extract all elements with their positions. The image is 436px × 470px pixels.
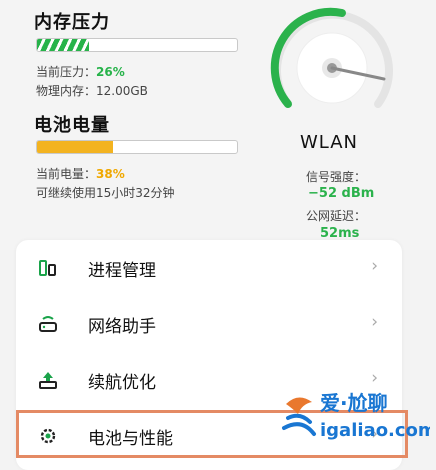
watermark-bottom-text: igaliao.com (320, 420, 430, 441)
status-panel: 内存压力 当前压力：26% 物理内存：12.00GB 电池电量 当前电量：38%… (0, 0, 436, 250)
battery-level-row: 当前电量：38% (36, 165, 125, 182)
watermark-logo: 爱·尬聊 igaliao.com (282, 391, 430, 441)
menu-item-process-management[interactable]: 进程管理 › (16, 240, 402, 296)
memory-bar-fill (37, 39, 89, 51)
memory-pressure-label: 当前压力： (36, 65, 97, 79)
battery-bar (36, 140, 238, 154)
menu-label-network: 网络助手 (88, 317, 156, 337)
physical-memory: 物理内存：12.00GB (36, 84, 148, 98)
process-icon (39, 260, 56, 276)
battery-title: 电池电量 (34, 115, 110, 136)
wlan-speed-gauge (270, 7, 393, 108)
memory-bar (36, 38, 238, 52)
watermark-top-text: 爱·尬聊 (320, 391, 388, 415)
menu-label-optimization: 续航优化 (88, 373, 156, 393)
battery-level-value: 38% (96, 167, 125, 181)
signal-strength-label: 信号强度： (306, 170, 367, 184)
menu-item-network-assistant[interactable]: 网络助手 › (16, 296, 402, 352)
chevron-right-icon: › (371, 256, 378, 276)
memory-title: 内存压力 (34, 12, 110, 33)
memory-pressure-value: 26% (96, 65, 125, 79)
menu-label-process: 进程管理 (88, 261, 156, 281)
latency-label: 公网延迟： (306, 209, 367, 223)
wlan-title: WLAN (300, 132, 359, 153)
battery-remaining: 可继续使用15小时32分钟 (36, 186, 175, 200)
signal-strength-value: −52 dBm (308, 186, 375, 201)
latency-value: 52ms (320, 226, 360, 241)
router-icon (39, 316, 57, 332)
battery-upload-icon (39, 372, 57, 389)
memory-pressure-row: 当前压力：26% (36, 63, 125, 80)
chevron-right-icon: › (371, 312, 378, 332)
battery-level-label: 当前电量： (36, 167, 97, 181)
battery-bar-fill (37, 141, 113, 153)
